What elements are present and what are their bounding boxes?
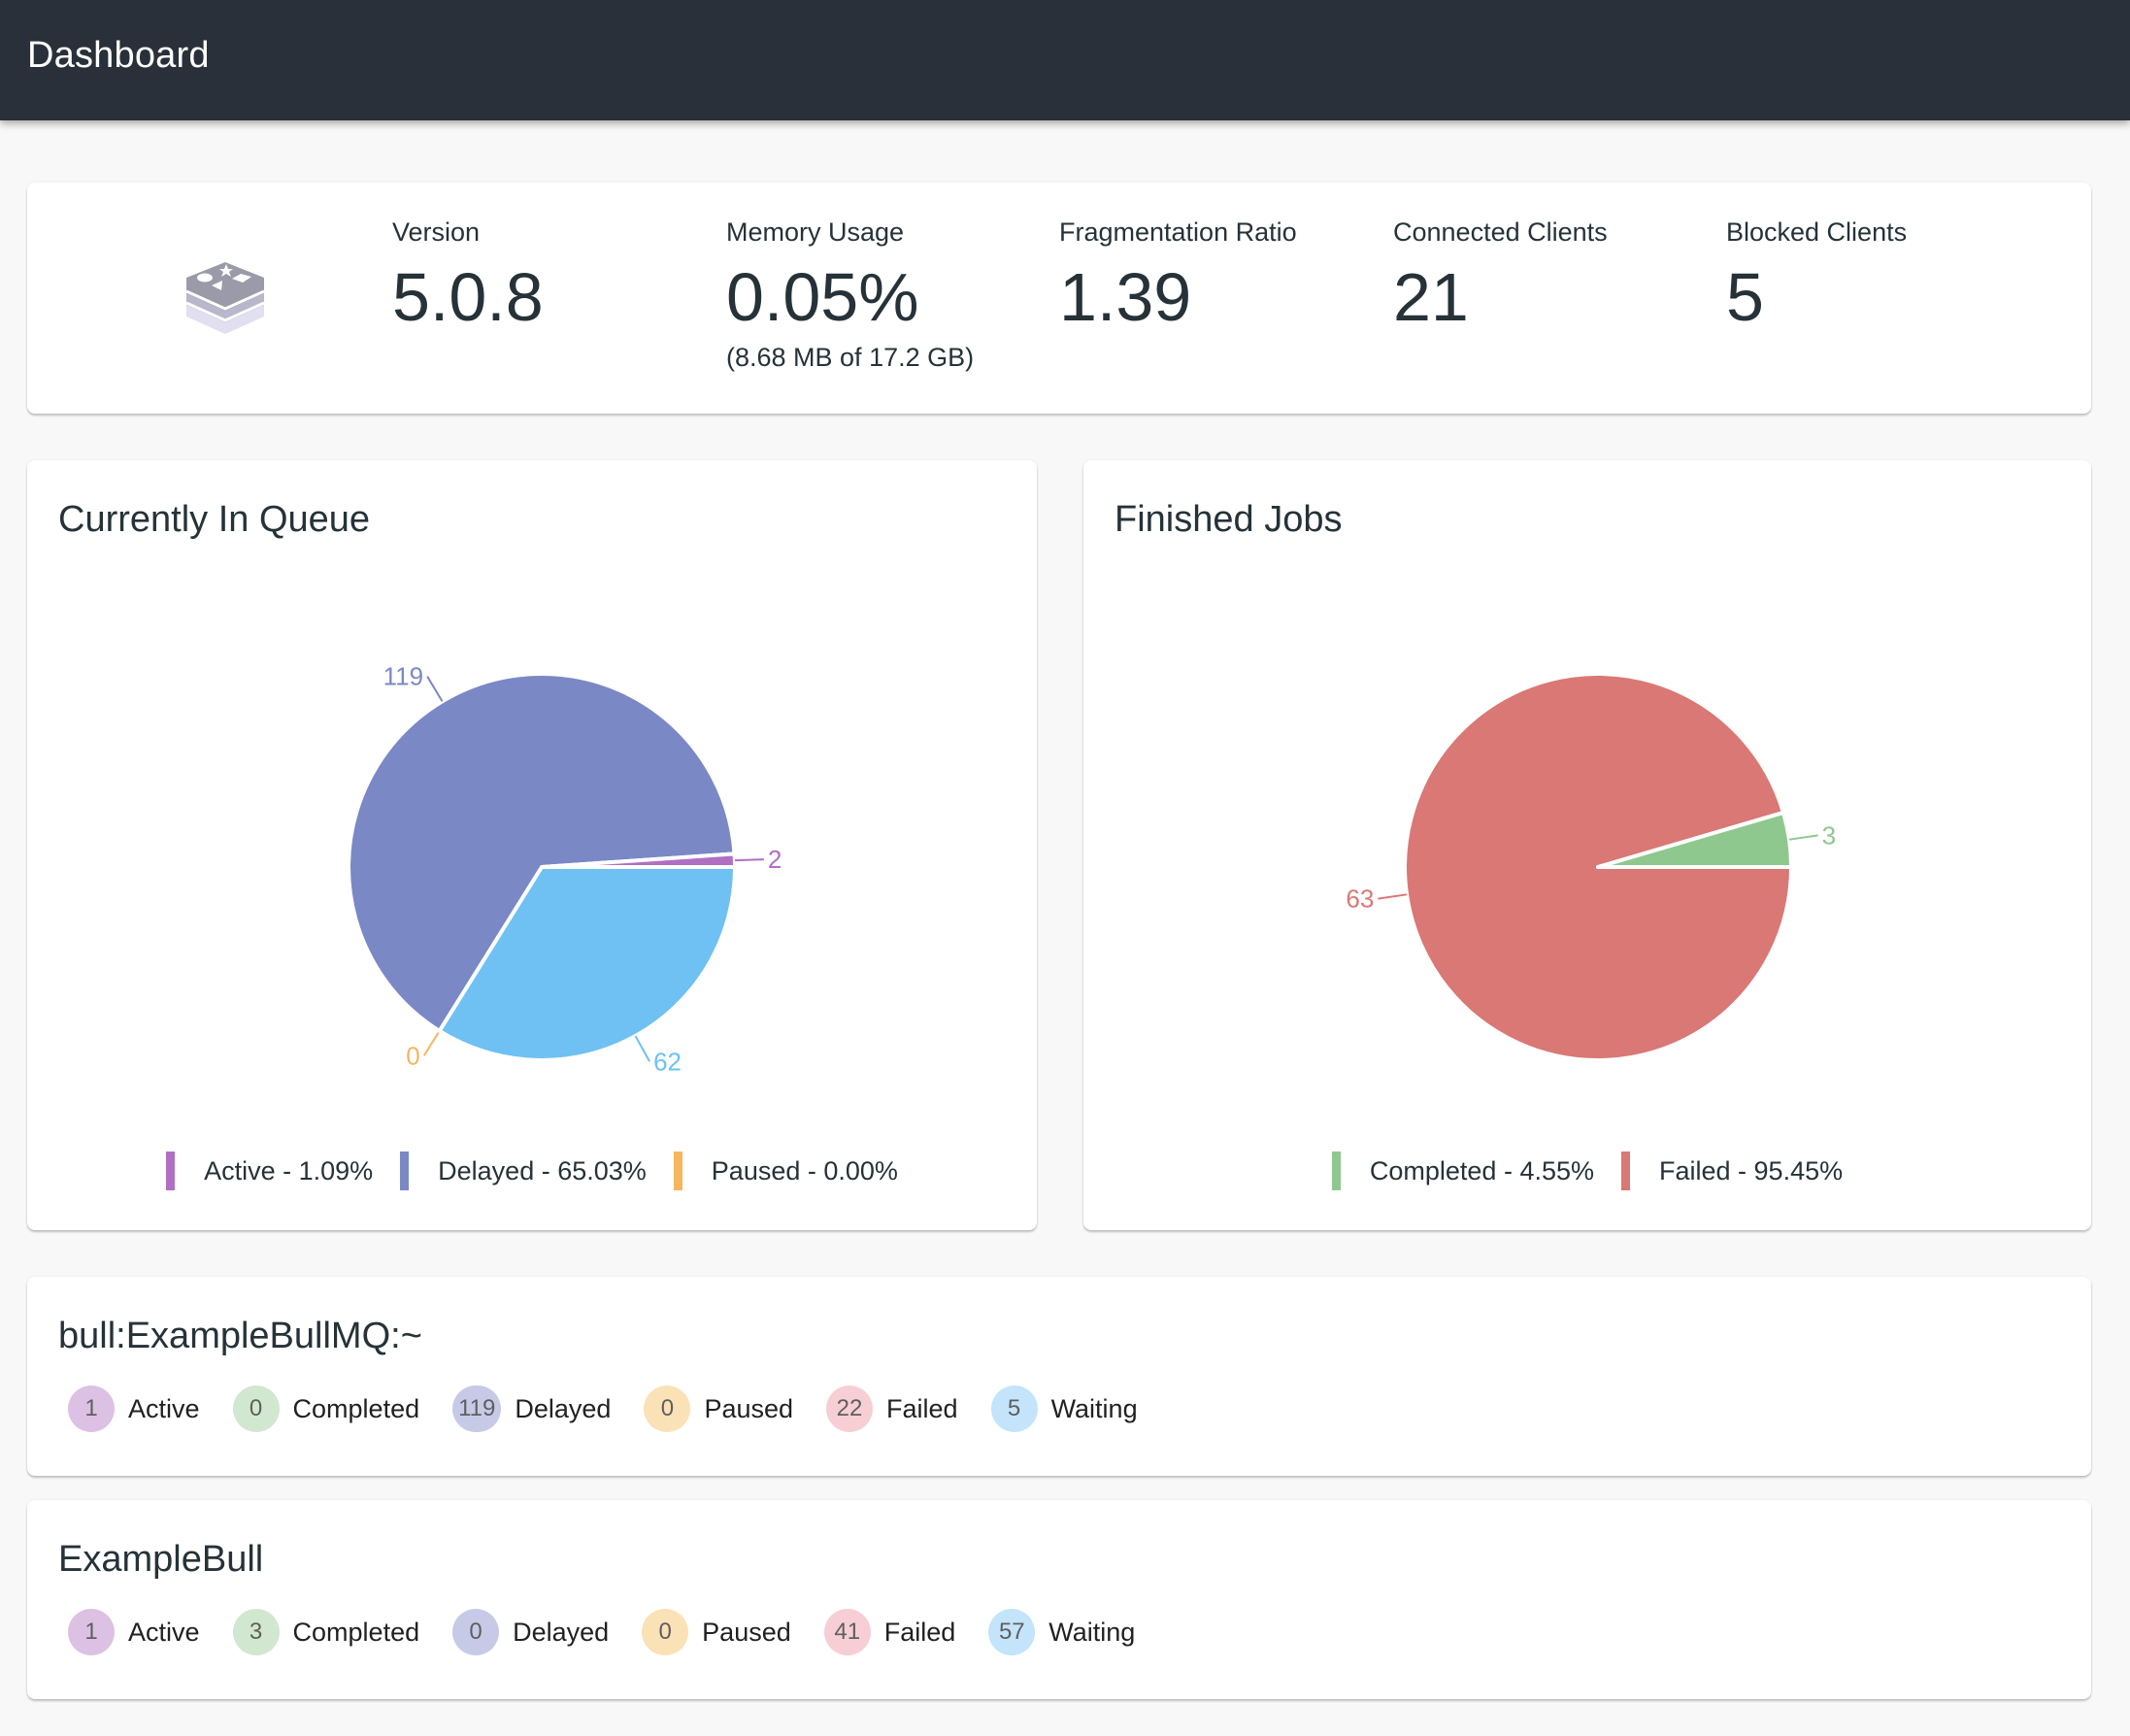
- stat-memory-usage: Memory Usage 0.05% (8.68 MB of 17.2 GB): [726, 217, 974, 373]
- count-value: 5: [990, 1385, 1038, 1432]
- count-badge-delayed[interactable]: 119 Delayed: [452, 1385, 611, 1432]
- legend-swatch: [1621, 1152, 1630, 1190]
- redis-logo-icon: [185, 262, 265, 334]
- queue-pie-chart: 62 0 119 2: [347, 662, 782, 1076]
- stat-subtext: (8.68 MB of 17.2 GB): [726, 343, 975, 372]
- count-value: 1: [68, 1609, 115, 1655]
- count-badge-paused[interactable]: 0 Paused: [642, 1609, 791, 1655]
- count-badge-active[interactable]: 1 Active: [68, 1609, 200, 1655]
- count-value: 1: [68, 1385, 115, 1432]
- count-label: Paused: [702, 1617, 791, 1647]
- app-header: Dashboard: [0, 0, 2130, 120]
- queue-name[interactable]: ExampleBull: [58, 1539, 263, 1581]
- legend-item-active[interactable]: Active - 1.09%: [166, 1152, 373, 1190]
- count-value: 3: [232, 1609, 280, 1655]
- stat-value: 0.05%: [726, 259, 919, 335]
- stat-label: Connected Clients: [1393, 217, 1608, 247]
- legend-item-paused[interactable]: Paused - 0.00%: [673, 1152, 898, 1190]
- count-label: Active: [128, 1393, 200, 1423]
- queue-card[interactable]: bull:ExampleBullMQ:~ 1 Active 0 Complete…: [27, 1277, 2091, 1476]
- chart-legend: Active - 1.09% Delayed - 65.03% Paused -…: [27, 1152, 1037, 1190]
- stat-label: Memory Usage: [726, 217, 905, 247]
- count-label: Completed: [292, 1393, 420, 1423]
- finished-pie-chart: 63 3: [1346, 672, 1836, 1062]
- stat-value: 1.39: [1059, 259, 1192, 335]
- currently-in-queue-card: Currently In Queue 62 0 119 2 Active - 1.09…: [27, 460, 1037, 1230]
- count-label: Delayed: [515, 1393, 612, 1423]
- count-badge-waiting[interactable]: 5 Waiting: [990, 1385, 1138, 1432]
- stat-label: Fragmentation Ratio: [1059, 217, 1297, 247]
- legend-swatch: [673, 1152, 682, 1190]
- label-line-failed: [1378, 893, 1408, 900]
- label-line-paused: [422, 1030, 441, 1056]
- count-value: 41: [823, 1609, 871, 1655]
- data-label-active: 2: [768, 845, 782, 874]
- count-label: Waiting: [1048, 1617, 1136, 1647]
- legend-swatch: [1331, 1152, 1341, 1190]
- count-label: Waiting: [1050, 1393, 1138, 1423]
- count-label: Delayed: [513, 1617, 610, 1647]
- count-value: 22: [826, 1385, 874, 1432]
- count-label: Failed: [883, 1617, 956, 1647]
- legend-label: Active - 1.09%: [204, 1155, 374, 1185]
- legend-label: Failed - 95.45%: [1659, 1155, 1844, 1185]
- queue-name[interactable]: bull:ExampleBullMQ:~: [58, 1316, 422, 1357]
- legend-swatch: [166, 1152, 176, 1190]
- data-label-waiting: 62: [653, 1047, 682, 1076]
- queue-card[interactable]: ExampleBull 1 Active 3 Completed 0 Delay…: [27, 1500, 2091, 1699]
- count-badge-completed[interactable]: 0 Completed: [232, 1385, 420, 1432]
- count-badge-delayed[interactable]: 0 Delayed: [452, 1609, 609, 1655]
- legend-item-failed[interactable]: Failed - 95.45%: [1621, 1152, 1843, 1190]
- count-value: 57: [988, 1609, 1036, 1655]
- count-badge-waiting[interactable]: 57 Waiting: [988, 1609, 1135, 1655]
- stat-label: Blocked Clients: [1726, 217, 1908, 247]
- count-label: Completed: [292, 1617, 420, 1647]
- legend-swatch: [400, 1152, 410, 1190]
- data-label-delayed: 119: [383, 662, 423, 691]
- legend-item-completed[interactable]: Completed - 4.55%: [1331, 1152, 1594, 1190]
- label-line-delayed: [426, 676, 444, 702]
- count-label: Failed: [886, 1393, 958, 1423]
- stat-value: 5: [1726, 259, 1764, 335]
- stat-fragmentation-ratio: Fragmentation Ratio 1.39: [1059, 217, 1297, 331]
- count-value: 119: [452, 1385, 502, 1432]
- count-value: 0: [642, 1609, 689, 1655]
- chart-legend: Completed - 4.55% Failed - 95.45%: [1083, 1152, 2091, 1190]
- page-title: Dashboard: [27, 35, 210, 76]
- data-label-completed: 3: [1822, 820, 1836, 850]
- stat-label: Version: [392, 217, 481, 247]
- stat-connected-clients: Connected Clients 21: [1393, 217, 1608, 331]
- redis-stats-card: Version 5.0.8 Memory Usage 0.05% (8.68 M…: [27, 183, 2091, 414]
- count-badge-active[interactable]: 1 Active: [68, 1385, 200, 1432]
- count-value: 0: [452, 1609, 500, 1655]
- label-line-waiting: [634, 1035, 650, 1062]
- count-badge-failed[interactable]: 22 Failed: [826, 1385, 958, 1432]
- stat-version: Version 5.0.8: [392, 217, 544, 331]
- count-badge-failed[interactable]: 41 Failed: [823, 1609, 956, 1655]
- count-badge-paused[interactable]: 0 Paused: [644, 1385, 793, 1432]
- data-label-paused: 0: [406, 1041, 419, 1070]
- stat-value: 21: [1393, 259, 1469, 335]
- data-label-failed: 63: [1346, 885, 1374, 914]
- legend-label: Completed - 4.55%: [1369, 1155, 1594, 1185]
- label-line-active: [734, 858, 764, 862]
- legend-label: Delayed - 65.03%: [438, 1155, 647, 1185]
- label-line-completed: [1788, 834, 1818, 841]
- count-label: Paused: [704, 1393, 794, 1423]
- count-value: 0: [644, 1385, 691, 1432]
- count-badge-completed[interactable]: 3 Completed: [232, 1609, 420, 1655]
- stat-value: 5.0.8: [392, 259, 544, 335]
- legend-item-delayed[interactable]: Delayed - 65.03%: [400, 1152, 647, 1190]
- legend-label: Paused - 0.00%: [711, 1155, 898, 1185]
- count-label: Active: [128, 1617, 200, 1647]
- finished-jobs-card: Finished Jobs 63 3 Completed - 4.55% Fail…: [1083, 460, 2091, 1230]
- queue-counts: 1 Active 3 Completed 0 Delayed 0 Paused …: [68, 1609, 1168, 1655]
- stat-blocked-clients: Blocked Clients 5: [1726, 217, 1907, 331]
- count-value: 0: [232, 1385, 280, 1432]
- queue-counts: 1 Active 0 Completed 119 Delayed 0 Pause…: [68, 1385, 1171, 1432]
